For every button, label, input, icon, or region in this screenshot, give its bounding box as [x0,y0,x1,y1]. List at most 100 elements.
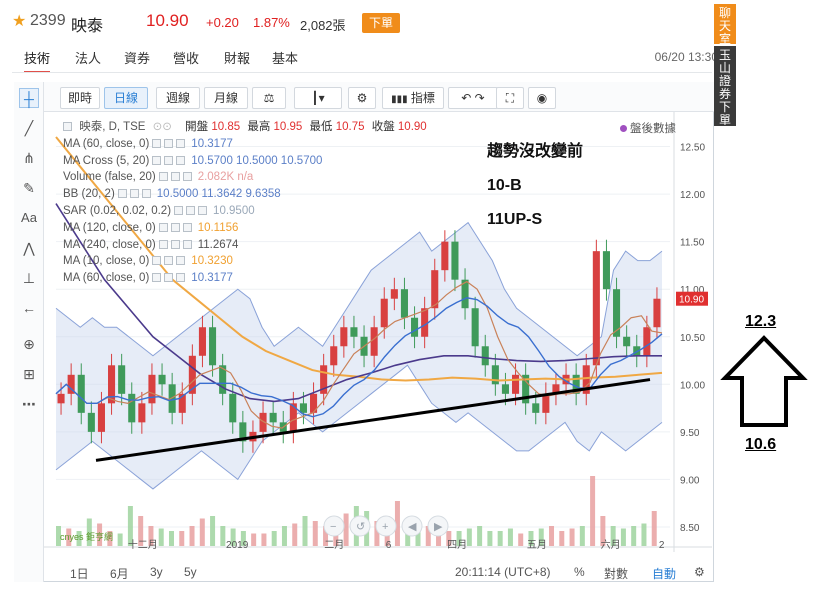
snapshot-camera-icon[interactable]: ◉ [528,87,556,109]
settings-gear-icon[interactable]: ⚙ [348,87,376,109]
candle-body [229,393,237,423]
chat-room-label: 聊天室 [719,6,732,46]
legend-control-icon[interactable] [176,273,186,283]
time-tick-label: 四月 [447,539,467,551]
range-3y[interactable]: 3y [150,565,163,579]
tab-revenue[interactable]: 營收 [173,48,199,67]
tab-margin[interactable]: 資券 [124,48,150,67]
crosshair-icon[interactable]: ┼ [19,88,39,108]
legend-control-icon[interactable] [170,172,180,182]
pattern-tool-icon[interactable]: ⋀ [19,238,39,258]
favorite-star-icon[interactable]: ★ [12,11,26,31]
legend-control-icon[interactable] [152,256,162,266]
price-tick-label: 12.50 [680,143,705,154]
intraday-button[interactable]: 即時 [60,87,100,109]
up-arrow-icon [720,335,808,427]
legend-control-icon[interactable] [176,155,186,165]
legend-control-icon[interactable] [129,189,139,199]
legend-control-icon[interactable] [152,155,162,165]
legend-row-values: 10.3230 [191,255,233,268]
legend-control-icon[interactable] [186,205,196,215]
range-1d[interactable]: 1日 [70,565,89,582]
volume-bar [631,526,637,546]
log-toggle[interactable]: 對數 [604,565,628,582]
range-6m[interactable]: 6月 [110,565,129,582]
legend-control-icon[interactable] [176,138,186,148]
tab-technical[interactable]: 技術 [24,48,51,73]
legend-control-icon[interactable] [164,155,174,165]
volume-bar [477,526,483,546]
legend-control-icon[interactable] [152,138,162,148]
candle-body [209,327,217,366]
volume-bar [189,526,195,546]
ticker-code: 2399 [30,12,66,29]
legend-row-name: MA (120, close, 0) [63,221,156,234]
legend-control-icon[interactable] [164,256,174,266]
tab-institutional[interactable]: 法人 [75,48,101,67]
tabs-divider [12,72,712,73]
legend-control-icon[interactable] [170,222,180,232]
more-options-icon[interactable]: ⋯ [19,394,39,414]
legend-control-icon[interactable] [164,273,174,283]
undo-redo-icon[interactable]: ↶ ↷ [448,87,498,109]
legend-control-icon[interactable] [176,256,186,266]
legend-control-icon[interactable] [198,205,208,215]
fork-tool-icon[interactable]: ⋔ [19,148,39,168]
volume-bar [261,533,267,546]
legend-control-icon[interactable] [182,172,192,182]
ticker-volume: 2,082張 [300,18,346,33]
volume-bar [651,511,657,546]
legend-control-icon[interactable] [117,189,127,199]
legend-control-icon[interactable] [170,239,180,249]
range-5y[interactable]: 5y [184,565,197,579]
nav-control-glyph: ◀ [408,521,417,533]
nav-control-glyph: − [330,521,336,533]
legend-checkbox[interactable] [63,122,72,131]
indicators-button[interactable]: ▮▮▮ 指標 [382,87,444,109]
percent-toggle[interactable]: % [574,565,585,579]
legend-control-icon[interactable] [174,205,184,215]
tab-basic[interactable]: 基本 [272,48,298,67]
yushan-order-button[interactable]: 玉山證券下單 [714,46,736,127]
order-button[interactable]: 下單 [362,13,400,33]
ruler-icon[interactable]: ⊞ [19,364,39,384]
trendline-tool-icon[interactable]: ╱ [19,118,39,138]
after-hours-link[interactable]: 盤後數據 [620,120,676,136]
volume-bar [251,533,257,546]
text-tool-icon[interactable]: Aa [19,208,39,228]
legend-control-icon[interactable] [164,138,174,148]
measure-tool-icon[interactable]: ⊥ [19,268,39,288]
volume-bar [569,528,575,546]
candle-type-icon[interactable]: ┃▾ [294,87,342,109]
legend-control-icon[interactable] [182,222,192,232]
settings-small-icon[interactable]: ⚙ [694,565,705,579]
compare-icon[interactable]: ⚖ [252,87,286,109]
candle-body [390,289,398,299]
weekly-button[interactable]: 週線 [156,87,200,109]
candle-body [623,336,631,347]
volume-bar [343,513,349,546]
legend-control-icon[interactable] [182,239,192,249]
auto-toggle[interactable]: 自動 [652,565,676,582]
brush-icon[interactable]: ✎ [19,178,39,198]
zoom-icon[interactable]: ⊕ [19,334,39,354]
ticker-name: 映泰 [71,18,104,35]
legend-control-icon[interactable] [158,239,168,249]
legend-control-icon[interactable] [141,189,151,199]
legend-control-icon[interactable] [158,172,168,182]
volume-bar [302,516,308,546]
fullscreen-icon[interactable]: ⛶ [496,87,524,109]
candle-body [198,327,206,356]
chat-room-button[interactable]: 聊天室 [714,4,736,46]
tab-financials[interactable]: 財報 [224,48,250,67]
daily-button[interactable]: 日線 [104,87,148,109]
volume-bar [590,476,596,546]
arrow-left-icon[interactable]: ← [19,298,39,318]
time-tick-label: 2 [659,540,665,551]
volume-bar [559,531,565,546]
monthly-button[interactable]: 月線 [204,87,248,109]
price-tick-label: 9.00 [680,475,700,486]
legend-control-icon[interactable] [152,273,162,283]
legend-control-icon[interactable] [158,222,168,232]
volume-bar [487,531,493,546]
